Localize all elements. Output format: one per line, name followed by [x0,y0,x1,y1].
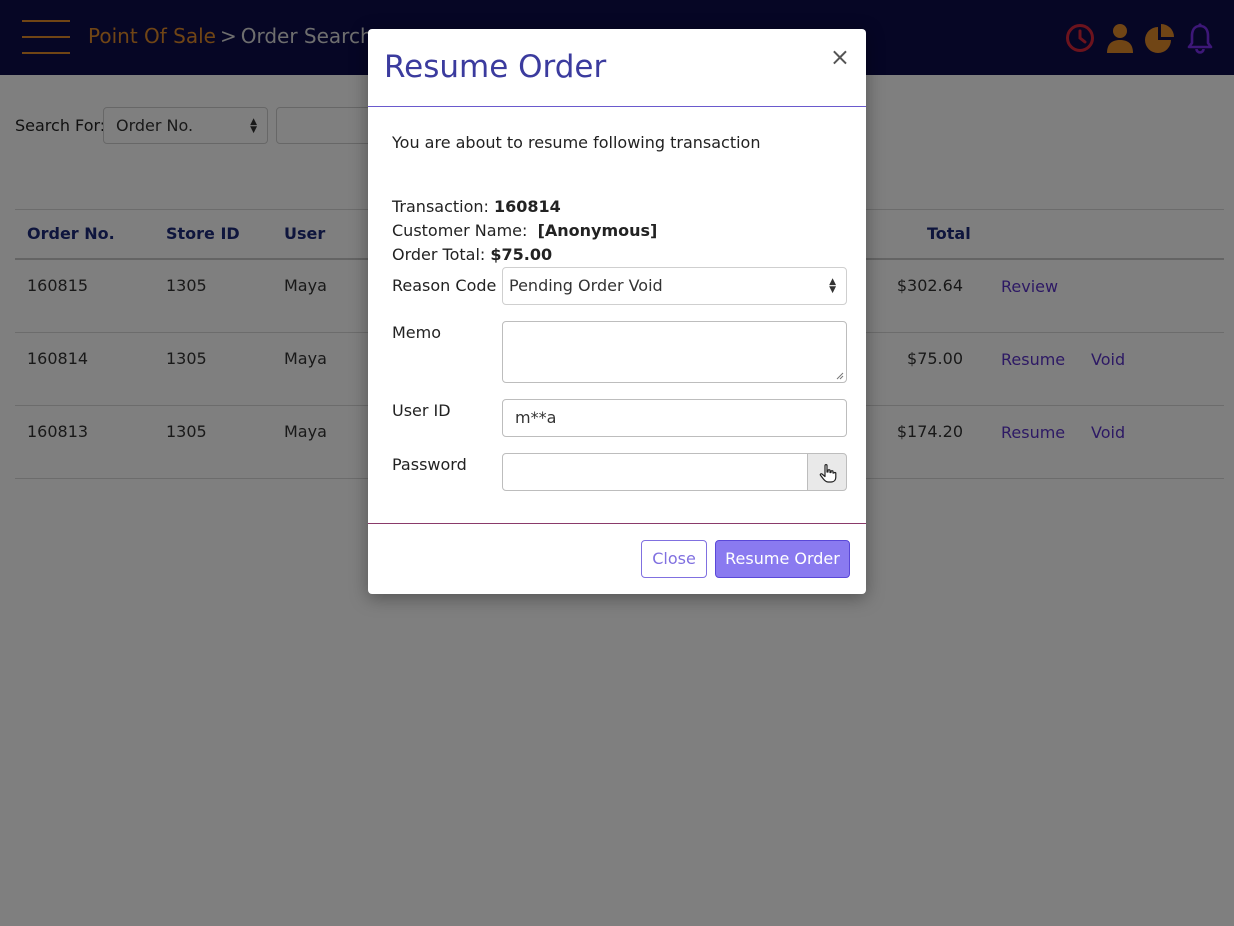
resize-grip-icon[interactable] [836,372,844,380]
reason-code-label: Reason Code [392,276,497,295]
user-id-label: User ID [392,401,451,420]
memo-label: Memo [392,323,442,342]
resume-order-modal: Resume Order × You are about to resume f… [368,29,866,594]
close-icon[interactable]: × [830,45,850,69]
order-total-info: Order Total: $75.00 [392,245,552,264]
select-caret-icon: ▲▼ [829,277,836,295]
transaction-info: Transaction: 160814 [392,197,561,216]
password-input[interactable] [502,453,808,491]
reason-code-select[interactable]: Pending Order Void ▲ ▼ [502,267,847,305]
close-button[interactable]: Close [641,540,707,578]
resume-order-button[interactable]: Resume Order [715,540,850,578]
modal-header-divider [368,106,866,107]
user-id-input[interactable]: m**a [502,399,847,437]
customer-value: [Anonymous] [537,221,658,240]
password-label: Password [392,455,467,474]
order-total-label: Order Total: [392,245,486,264]
order-total-value: $75.00 [490,245,553,264]
modal-footer-divider [368,523,866,524]
pointer-hand-icon[interactable] [807,453,847,491]
transaction-value: 160814 [494,197,561,216]
customer-info: Customer Name: [Anonymous] [392,221,657,240]
modal-title: Resume Order [384,49,607,85]
transaction-label: Transaction: [392,197,489,216]
reason-code-value: Pending Order Void [509,276,663,295]
memo-textarea[interactable] [502,321,847,383]
modal-intro-text: You are about to resume following transa… [392,133,761,152]
customer-label: Customer Name: [392,221,528,240]
